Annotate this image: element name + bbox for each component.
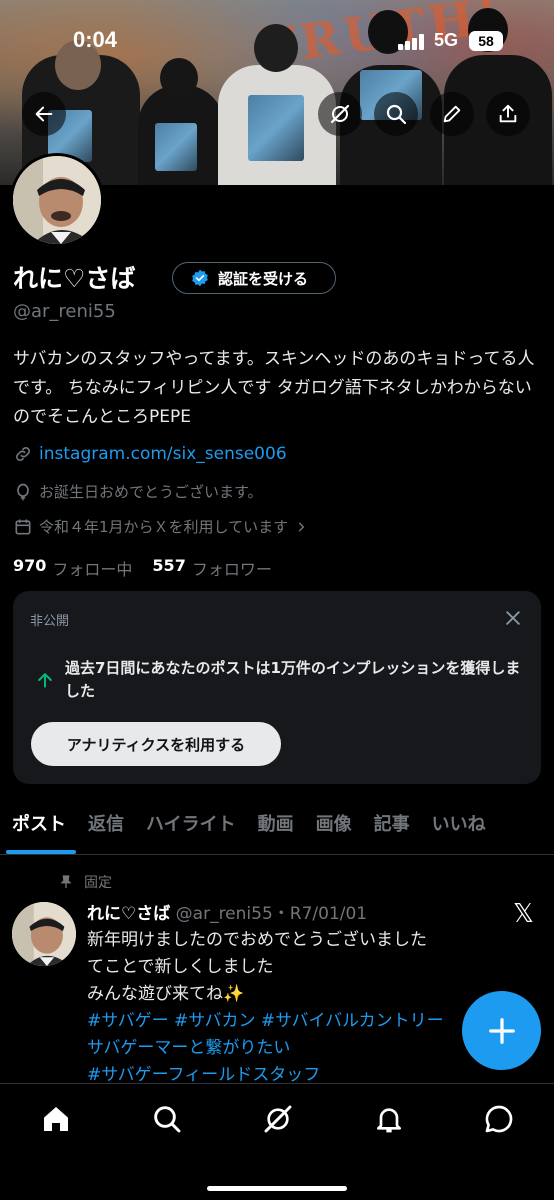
avatar-image	[13, 156, 101, 244]
tab-highlights[interactable]: ハイライト	[146, 806, 236, 854]
bottom-navigation	[0, 1083, 554, 1200]
tab-images[interactable]: 画像	[316, 806, 352, 854]
tab-replies[interactable]: 返信	[88, 806, 124, 854]
verified-badge-icon	[192, 269, 208, 287]
follow-stats: 970 フォロー中 557 フォロワー	[13, 556, 272, 580]
search-icon	[154, 1106, 181, 1133]
grok-icon	[330, 104, 350, 124]
profile-link-row[interactable]: instagram.com/six_sense006	[13, 444, 287, 464]
x-logo-icon[interactable]: 𝕏	[513, 899, 534, 929]
bell-icon	[377, 1108, 401, 1133]
calendar-icon	[15, 519, 31, 534]
profile-avatar[interactable]	[10, 153, 104, 247]
compose-post-button[interactable]	[462, 991, 541, 1070]
messages-icon	[485, 1105, 513, 1133]
post-text-line: てことで新しくしました	[87, 957, 274, 977]
followers-label[interactable]: フォロワー	[192, 556, 272, 580]
balloon-icon	[17, 483, 29, 500]
status-time: 0:04	[73, 27, 118, 52]
status-bar: 0:04 5G 58	[0, 0, 554, 80]
get-verified-button[interactable]: 認証を受ける	[172, 262, 336, 294]
tab-posts[interactable]: ポスト	[12, 806, 66, 854]
birthday-row: お誕生日おめでとうございます。	[13, 481, 263, 502]
birthday-text: お誕生日おめでとうございます。	[39, 483, 263, 501]
followers-count[interactable]: 557	[152, 556, 185, 580]
impressions-message: 過去7日間にあなたのポストは1万件のインプレッションを獲得しました	[65, 659, 521, 700]
profile-handle: @ar_reni55	[13, 301, 116, 322]
profile-name: れに♡さば	[13, 264, 136, 293]
nav-notifications[interactable]	[373, 1103, 405, 1135]
post-avatar[interactable]	[12, 902, 76, 966]
banner-shirt-print	[155, 123, 197, 171]
tab-articles[interactable]: 記事	[374, 806, 410, 854]
post-handle-date: @ar_reni55・R7/01/01	[175, 904, 368, 924]
close-icon	[506, 611, 520, 625]
profile-link[interactable]: instagram.com/six_sense006	[39, 444, 287, 464]
back-button[interactable]	[22, 92, 66, 136]
home-icon	[44, 1107, 68, 1131]
banner-shirt-print	[248, 95, 304, 161]
following-label[interactable]: フォロー中	[52, 556, 132, 580]
up-arrow-icon	[35, 670, 55, 694]
analytics-card: 非公開 過去7日間にあなたのポストは1万件のインプレッションを獲得しました アナ…	[13, 591, 541, 784]
plus-icon	[488, 1017, 515, 1044]
post-header: れに♡さば @ar_reni55・R7/01/01	[87, 899, 367, 924]
search-button[interactable]	[374, 92, 418, 136]
close-card-button[interactable]	[503, 608, 523, 632]
network-type: 5G	[434, 30, 459, 50]
grok-icon	[264, 1105, 292, 1133]
post-text-line: 新年明けましたのでおめでとうございました	[87, 930, 427, 950]
profile-tabs: ポスト 返信 ハイライト 動画 画像 記事 いいね	[0, 806, 554, 854]
search-icon	[386, 104, 407, 125]
pin-icon	[60, 875, 72, 888]
tab-videos[interactable]: 動画	[258, 806, 294, 854]
joined-row[interactable]: 令和４年1月からＸを利用しています	[13, 516, 308, 537]
get-verified-label: 認証を受ける	[218, 269, 309, 288]
post-author-name[interactable]: れに♡さば	[87, 904, 170, 924]
following-count[interactable]: 970	[13, 556, 46, 580]
joined-text: 令和４年1月からＸを利用しています	[39, 518, 289, 536]
nav-search[interactable]	[151, 1103, 183, 1135]
card-private-label: 非公開	[30, 614, 70, 629]
profile-bio: サバカンのスタッフやってます。スキンヘッドのあのキョドってる人です。 ちなみにフ…	[13, 349, 535, 427]
tab-likes[interactable]: いいね	[432, 806, 486, 854]
edit-button[interactable]	[430, 92, 474, 136]
nav-messages[interactable]	[483, 1103, 515, 1135]
battery-indicator: 58	[469, 31, 503, 51]
back-arrow-icon	[35, 106, 53, 122]
avatar-image	[12, 902, 76, 966]
nav-grok[interactable]	[262, 1103, 294, 1135]
chevron-right-icon	[298, 521, 305, 532]
edit-icon	[443, 105, 461, 123]
nav-home[interactable]	[40, 1103, 72, 1135]
share-button[interactable]	[486, 92, 530, 136]
home-indicator	[207, 1186, 347, 1191]
analytics-button[interactable]: アナリティクスを利用する	[31, 722, 281, 766]
share-icon	[499, 104, 517, 123]
tabs-divider	[0, 854, 554, 855]
link-icon	[16, 447, 30, 461]
grok-button[interactable]	[318, 92, 362, 136]
pinned-label: 固定	[84, 875, 112, 891]
signal-icon	[398, 34, 426, 50]
pinned-indicator: 固定	[58, 872, 112, 892]
